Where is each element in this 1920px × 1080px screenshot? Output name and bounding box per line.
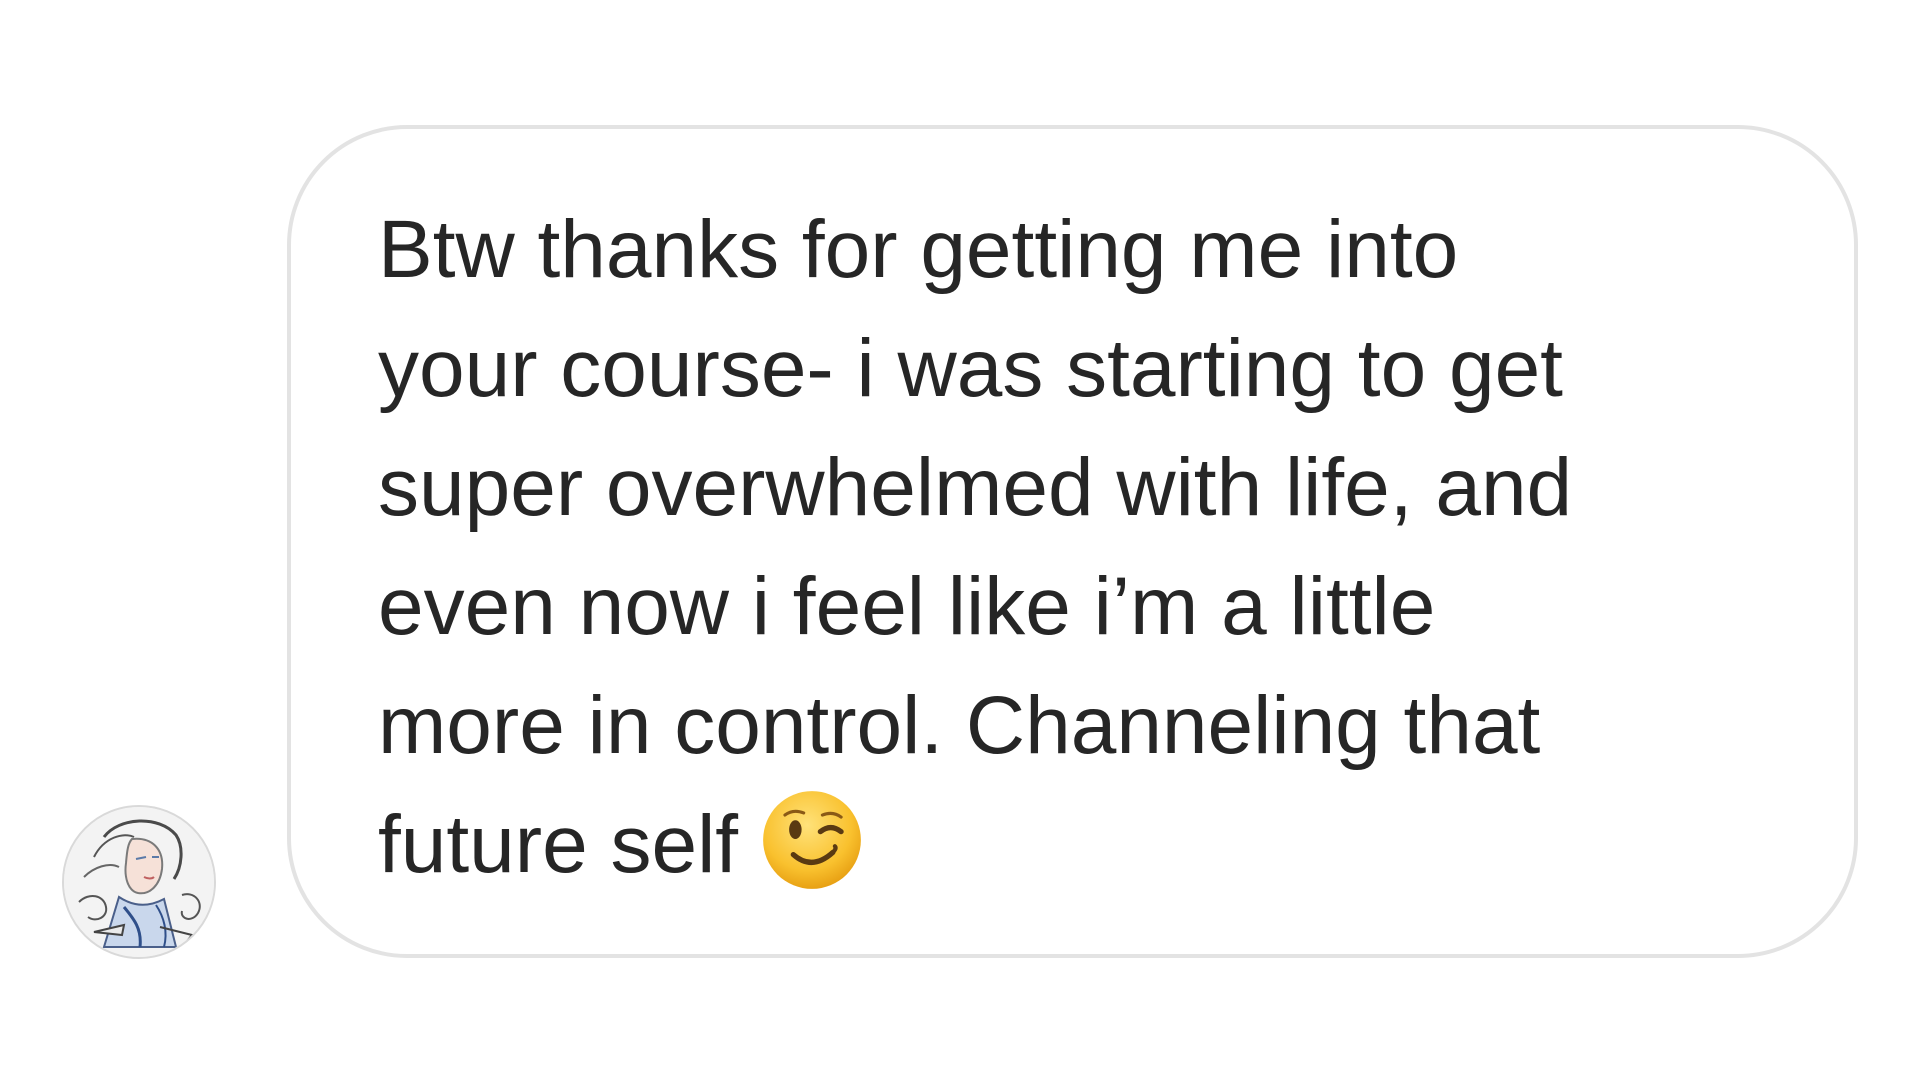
message-line: your course- i was starting to get bbox=[378, 323, 1563, 414]
message-last-line: future self bbox=[378, 785, 1818, 904]
sender-avatar[interactable] bbox=[62, 805, 216, 959]
illustrated-portrait-avatar-icon bbox=[64, 807, 214, 957]
message-line: Btw thanks for getting me into bbox=[378, 204, 1459, 295]
chat-view: Btw thanks for getting me into your cour… bbox=[0, 0, 1920, 1080]
message-line: super overwhelmed with life, and bbox=[378, 442, 1573, 533]
message-text: Btw thanks for getting me into your cour… bbox=[378, 190, 1818, 904]
message-line: future self bbox=[378, 799, 739, 890]
message-line: even now i feel like i’m a little bbox=[378, 561, 1436, 652]
winking-face-emoji-icon bbox=[760, 788, 864, 892]
message-line: more in control. Channeling that bbox=[378, 680, 1541, 771]
